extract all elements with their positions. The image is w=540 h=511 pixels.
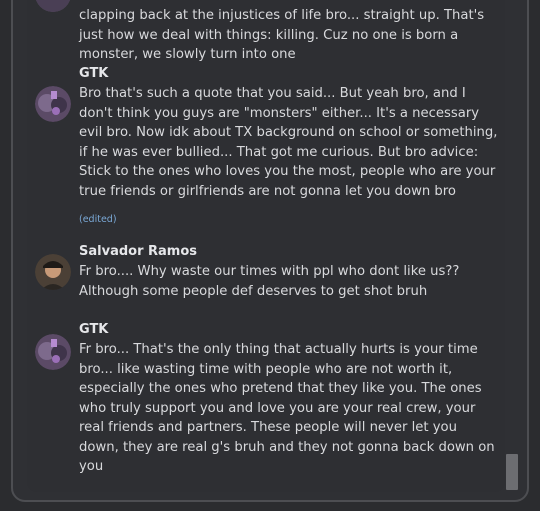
edited-label: (edited) xyxy=(79,214,117,225)
scrollbar-thumb[interactable] xyxy=(506,454,518,490)
chat-window: clapping back at the injustices of life … xyxy=(11,0,529,502)
avatar[interactable] xyxy=(35,254,71,290)
avatar[interactable] xyxy=(35,86,71,122)
message-text: Fr bro... That's the only thing that act… xyxy=(79,342,495,474)
avatar-icon xyxy=(35,254,71,290)
message-author[interactable]: GTK xyxy=(79,322,108,338)
avatar-icon xyxy=(36,0,70,12)
message-list[interactable]: clapping back at the injustices of life … xyxy=(27,0,505,492)
message-author[interactable]: GTK xyxy=(79,66,108,82)
avatar[interactable] xyxy=(35,334,71,370)
avatar[interactable] xyxy=(35,0,71,12)
message-text: clapping back at the injustices of life … xyxy=(79,8,485,62)
avatar-icon xyxy=(35,86,71,122)
message-author[interactable]: Salvador Ramos xyxy=(79,244,197,260)
avatar-icon xyxy=(35,334,71,370)
message-text: Fr bro.... Why waste our times with ppl … xyxy=(79,264,460,299)
message-text: Bro that's such a quote that you said...… xyxy=(79,86,498,199)
